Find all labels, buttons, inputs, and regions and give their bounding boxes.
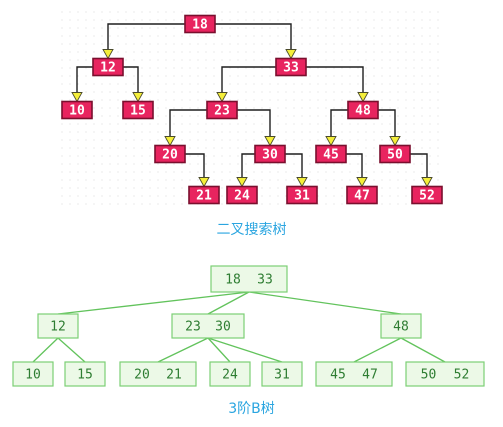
btree-node-12: 12 (37, 313, 79, 339)
btree-key: 23 (185, 320, 201, 335)
bst-edge (285, 153, 303, 179)
bst-node-label: 47 (354, 189, 370, 204)
btree-node-20-21: 20 21 (119, 361, 197, 387)
bst-node-45: 45 (315, 144, 347, 164)
btree-key: 48 (393, 320, 409, 335)
bst-node-50: 50 (379, 144, 411, 164)
btree-key: 24 (222, 368, 238, 383)
btree-edge (57, 291, 250, 315)
bst-node-31: 31 (286, 185, 318, 205)
bst-edge (241, 153, 255, 179)
btree-edge (57, 337, 86, 363)
btree-key: 45 (330, 368, 346, 383)
btree-edge (353, 337, 402, 363)
bst-node-label: 15 (130, 104, 146, 119)
bst-arrowhead (285, 49, 297, 60)
btree-key: 20 (134, 368, 150, 383)
bst-arrowhead (264, 136, 276, 147)
bst-node-label: 33 (283, 61, 299, 76)
btree-key: 18 (225, 273, 241, 288)
btree-node-50-52: 50 52 (405, 361, 485, 387)
btree-edge (248, 291, 402, 315)
bst-edge (169, 109, 207, 138)
bst-node-12: 12 (92, 57, 124, 77)
btree-key: 15 (77, 368, 93, 383)
bst-node-18: 18 (184, 14, 216, 34)
bst-arrowhead (71, 92, 83, 103)
btree-key: 21 (166, 368, 182, 383)
bst-arrowhead (356, 177, 368, 188)
bst-node-label: 31 (294, 189, 310, 204)
bst-node-52: 52 (411, 185, 443, 205)
btree-node-10: 10 (12, 361, 54, 387)
bst-node-label: 12 (100, 61, 116, 76)
btree-node-31: 31 (261, 361, 303, 387)
btree-key: 47 (362, 368, 378, 383)
bst-arrowhead (164, 136, 176, 147)
btree-key: 50 (421, 368, 437, 383)
bst-node-label: 52 (419, 189, 435, 204)
bst-node-label: 23 (214, 104, 230, 119)
btree-node-23-30: 23 30 (171, 313, 245, 339)
tree-comparison-diagram: 1812 3310 15 23 4820 30 45 5021 24 31 47 52 18 3312 2… (12, 11, 485, 387)
bst-arrowhead (389, 136, 401, 147)
bst-node-label: 18 (192, 18, 208, 33)
bst-edge (107, 23, 185, 51)
bst-node-20: 20 (154, 144, 186, 164)
bst-node-24: 24 (226, 185, 258, 205)
btree-key: 30 (215, 320, 231, 335)
bst-node-48: 48 (347, 100, 379, 120)
bst-edge (346, 153, 363, 179)
btree-nodes: 18 3312 23 30 4810 15 20 21 24 31 45 47 50 52 (12, 265, 485, 387)
bst-arrowhead (236, 177, 248, 188)
btree-edge (400, 337, 446, 363)
bst-node-label: 30 (262, 148, 278, 163)
bst-arrowhead (421, 177, 433, 188)
bst-edge (410, 153, 428, 179)
bst-node-label: 20 (162, 148, 178, 163)
bst-arrowhead (216, 92, 228, 103)
btree-node-24: 24 (209, 361, 251, 387)
bst-edge (221, 66, 276, 94)
bst-node-10: 10 (61, 100, 93, 120)
btree-key: 12 (50, 320, 66, 335)
bst-arrowhead (102, 49, 114, 60)
btree-caption: 3阶B树 (228, 401, 275, 417)
btree-edge (157, 337, 209, 363)
bst-node-23: 23 (206, 100, 238, 120)
bst-edge (185, 153, 205, 179)
bst-edge (123, 66, 139, 94)
btree-edge (32, 337, 59, 363)
btree-key: 10 (25, 368, 41, 383)
btree-node-48: 48 (380, 313, 422, 339)
bst-edge (306, 66, 364, 94)
btree-key: 33 (257, 273, 273, 288)
btree-node-18-33: 18 33 (210, 265, 288, 293)
bst-node-label: 21 (196, 189, 212, 204)
bst-node-33: 33 (275, 57, 307, 77)
bst-edge (237, 109, 271, 138)
bst-edge (378, 109, 396, 138)
bst-edge (215, 23, 292, 51)
btree-node-45-47: 45 47 (315, 361, 393, 387)
btree-edge (207, 291, 250, 315)
btree-key: 31 (274, 368, 290, 383)
bst-node-label: 45 (323, 148, 339, 163)
dotted-grid-background (61, 11, 439, 205)
bst-node-label: 50 (387, 148, 403, 163)
bst-node-label: 10 (69, 104, 85, 119)
bst-arrowhead (325, 136, 337, 147)
bst-edge (76, 66, 93, 94)
bst-node-21: 21 (188, 185, 220, 205)
bst-arrowhead (296, 177, 308, 188)
bst-caption: 二叉搜索树 (216, 222, 287, 238)
bst-node-30: 30 (254, 144, 286, 164)
btree-node-15: 15 (64, 361, 106, 387)
bst-arrowhead (198, 177, 210, 188)
bst-node-47: 47 (346, 185, 378, 205)
bst-node-label: 48 (355, 104, 371, 119)
bst-node-label: 24 (234, 189, 250, 204)
btree-key: 52 (454, 368, 470, 383)
bst-node-15: 15 (122, 100, 154, 120)
